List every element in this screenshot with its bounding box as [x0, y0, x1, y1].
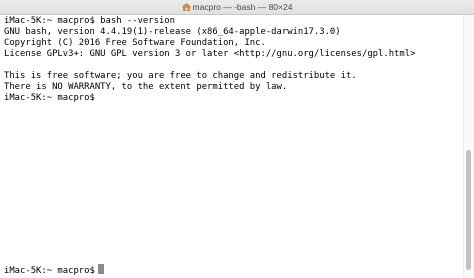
terminal-line: iMac-5K:~ macpro$ bash --version	[4, 16, 175, 26]
home-folder-icon	[181, 3, 191, 11]
terminal-line: GNU bash, version 4.4.19(1)-release (x86…	[4, 27, 341, 37]
terminal-line: License GPLv3+: GNU GPL version 3 or lat…	[4, 49, 416, 59]
window-title-group: macpro — -bash — 80×24	[0, 1, 474, 13]
terminal-line: Copyright (C) 2016 Free Software Foundat…	[4, 38, 266, 48]
window-title: macpro — -bash — 80×24	[192, 2, 293, 12]
terminal-line: This is free software; you are free to c…	[4, 71, 357, 81]
terminal-line: iMac-5K:~ macpro$	[4, 93, 95, 103]
terminal-output[interactable]: iMac-5K:~ macpro$ bash --version GNU bas…	[4, 16, 462, 274]
scrollbar-thumb[interactable]	[466, 150, 471, 270]
prompt-text: iMac-5K:~ macpro$	[4, 266, 95, 276]
current-prompt-line[interactable]: iMac-5K:~ macpro$	[4, 264, 104, 277]
terminal-window: macpro — -bash — 80×24 iMac-5K:~ macpro$…	[0, 0, 474, 278]
terminal-line: There is NO WARRANTY, to the extent perm…	[4, 82, 288, 92]
title-bar[interactable]: macpro — -bash — 80×24	[0, 0, 474, 15]
text-cursor	[97, 264, 104, 274]
